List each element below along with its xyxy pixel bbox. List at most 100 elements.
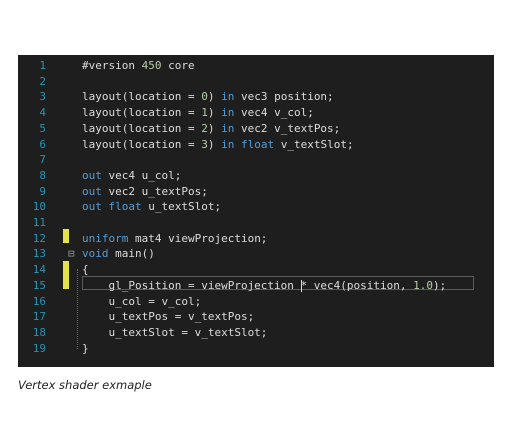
code-token: layout(location = xyxy=(82,137,202,151)
code-token: vec4 u_col; xyxy=(101,168,182,182)
code-token: vec4 v_col; xyxy=(234,106,314,120)
code-token: u_textPos = v_textPos; xyxy=(82,310,255,324)
code-token: v_textSlot; xyxy=(274,137,354,151)
code-line[interactable]: 17 u_textPos = v_textPos; xyxy=(18,309,494,325)
code-token: u_textSlot; xyxy=(141,200,222,214)
keyword-token: in xyxy=(221,121,235,135)
line-number: 10 xyxy=(32,200,46,214)
collapse-minus-icon[interactable]: ⊟ xyxy=(68,246,75,262)
figure-caption: Vertex shader exmaple xyxy=(18,378,152,392)
code-token: vec2 v_textPos; xyxy=(234,121,341,135)
code-editor[interactable]: 1 #version 450 core 2 3 layout(location = 0)… xyxy=(18,55,494,367)
code-text: { xyxy=(82,262,89,278)
keyword-token: in xyxy=(221,90,235,104)
code-text: #version 450 core xyxy=(82,58,195,74)
code-line[interactable]: 14 { xyxy=(18,262,494,278)
code-line[interactable]: 16 u_col = v_col; xyxy=(18,294,494,310)
code-text: layout(location = 2) in vec2 v_textPos; xyxy=(82,121,340,137)
line-number: 14 xyxy=(32,263,46,277)
line-number: 19 xyxy=(32,341,46,355)
code-line[interactable]: 1 #version 450 core xyxy=(18,58,494,74)
line-number: 18 xyxy=(32,325,46,339)
line-number: 7 xyxy=(39,153,46,167)
code-text: layout(location = 0) in vec3 position; xyxy=(82,89,334,105)
line-number: 6 xyxy=(39,137,46,151)
number-token: 0 xyxy=(201,90,208,104)
code-text: out float u_textSlot; xyxy=(82,199,221,215)
code-line[interactable]: 2 xyxy=(18,74,494,90)
line-number: 16 xyxy=(32,294,46,308)
code-line[interactable]: 6 layout(location = 3) in float v_textSlo… xyxy=(18,137,494,153)
number-token: 2 xyxy=(201,121,208,135)
code-token: u_col = v_col; xyxy=(82,294,202,308)
code-token: ) xyxy=(207,90,222,104)
code-line[interactable]: 3 layout(location = 0) in vec3 position; xyxy=(18,89,494,105)
keyword-token: void xyxy=(82,247,109,261)
line-number: 4 xyxy=(39,106,46,120)
code-line[interactable]: 19} xyxy=(18,341,494,357)
code-token: layout(location = xyxy=(82,90,202,104)
line-number: 8 xyxy=(39,168,46,182)
code-token: { xyxy=(82,263,89,277)
line-number: 17 xyxy=(32,310,46,324)
code-line[interactable]: 7 xyxy=(18,152,494,168)
number-token: 1 xyxy=(201,106,208,120)
code-token: layout(location = xyxy=(82,106,202,120)
code-token: ) xyxy=(207,106,222,120)
text-caret xyxy=(301,279,302,292)
code-line[interactable]: 8 out vec4 u_col; xyxy=(18,168,494,184)
code-text: } xyxy=(82,341,89,357)
keyword-token: out xyxy=(82,200,102,214)
code-line[interactable]: 13 ⊟ void main() xyxy=(18,246,494,262)
code-line[interactable]: 12 uniform mat4 viewProjection; xyxy=(18,231,494,247)
keyword-token: in xyxy=(221,106,235,120)
number-token: 3 xyxy=(201,137,208,151)
line-number: 12 xyxy=(32,231,46,245)
line-number: 13 xyxy=(32,247,46,261)
code-text: layout(location = 3) in float v_textSlot… xyxy=(82,137,354,153)
keyword-token: out xyxy=(82,168,102,182)
code-token: main() xyxy=(108,247,155,261)
keyword-token: out xyxy=(82,184,102,198)
line-number: 1 xyxy=(39,59,46,72)
code-token: ) xyxy=(207,137,222,151)
code-text: void main() xyxy=(82,246,155,262)
code-token: u_textSlot = v_textSlot; xyxy=(82,325,268,339)
code-token: #version xyxy=(82,59,142,72)
code-line[interactable]: 5 layout(location = 2) in vec2 v_textPos; xyxy=(18,121,494,137)
code-token: gl_Position = viewProjection * vec4(posi… xyxy=(82,278,414,292)
code-text: gl_Position = viewProjection * vec4(posi… xyxy=(82,278,446,294)
code-text: out vec4 u_col; xyxy=(82,168,181,184)
code-line[interactable]: 15 gl_Position = viewProjection * vec4(p… xyxy=(18,278,494,294)
code-line[interactable]: 11 xyxy=(18,215,494,231)
line-number: 9 xyxy=(39,184,46,198)
line-number: 2 xyxy=(39,74,46,88)
keyword-token: float xyxy=(240,137,275,151)
code-token: } xyxy=(82,341,89,355)
number-token: 1.0 xyxy=(413,278,434,292)
code-line[interactable]: 9 out vec2 u_textPos; xyxy=(18,184,494,200)
code-token: ) xyxy=(207,121,222,135)
code-text: u_textPos = v_textPos; xyxy=(82,309,254,325)
code-token: core xyxy=(161,59,195,72)
code-token: layout(location = xyxy=(82,121,202,135)
code-token: mat4 viewProjection; xyxy=(128,231,268,245)
code-token: vec3 position; xyxy=(234,90,334,104)
code-line[interactable]: 18 u_textSlot = v_textSlot; xyxy=(18,325,494,341)
line-number: 3 xyxy=(39,90,46,104)
code-token: vec2 u_textPos; xyxy=(101,184,208,198)
number-token: 450 xyxy=(141,59,162,72)
code-text: uniform mat4 viewProjection; xyxy=(82,231,267,247)
code-text: out vec2 u_textPos; xyxy=(82,184,208,200)
code-text: u_col = v_col; xyxy=(82,294,201,310)
keyword-token: uniform xyxy=(82,231,129,245)
code-line[interactable]: 4 layout(location = 1) in vec4 v_col; xyxy=(18,105,494,121)
code-text: u_textSlot = v_textSlot; xyxy=(82,325,267,341)
line-number: 15 xyxy=(32,278,46,292)
line-number: 5 xyxy=(39,121,46,135)
code-text: layout(location = 1) in vec4 v_col; xyxy=(82,105,314,121)
code-line[interactable]: 10 out float u_textSlot; xyxy=(18,199,494,215)
code-token: ); xyxy=(433,278,447,292)
